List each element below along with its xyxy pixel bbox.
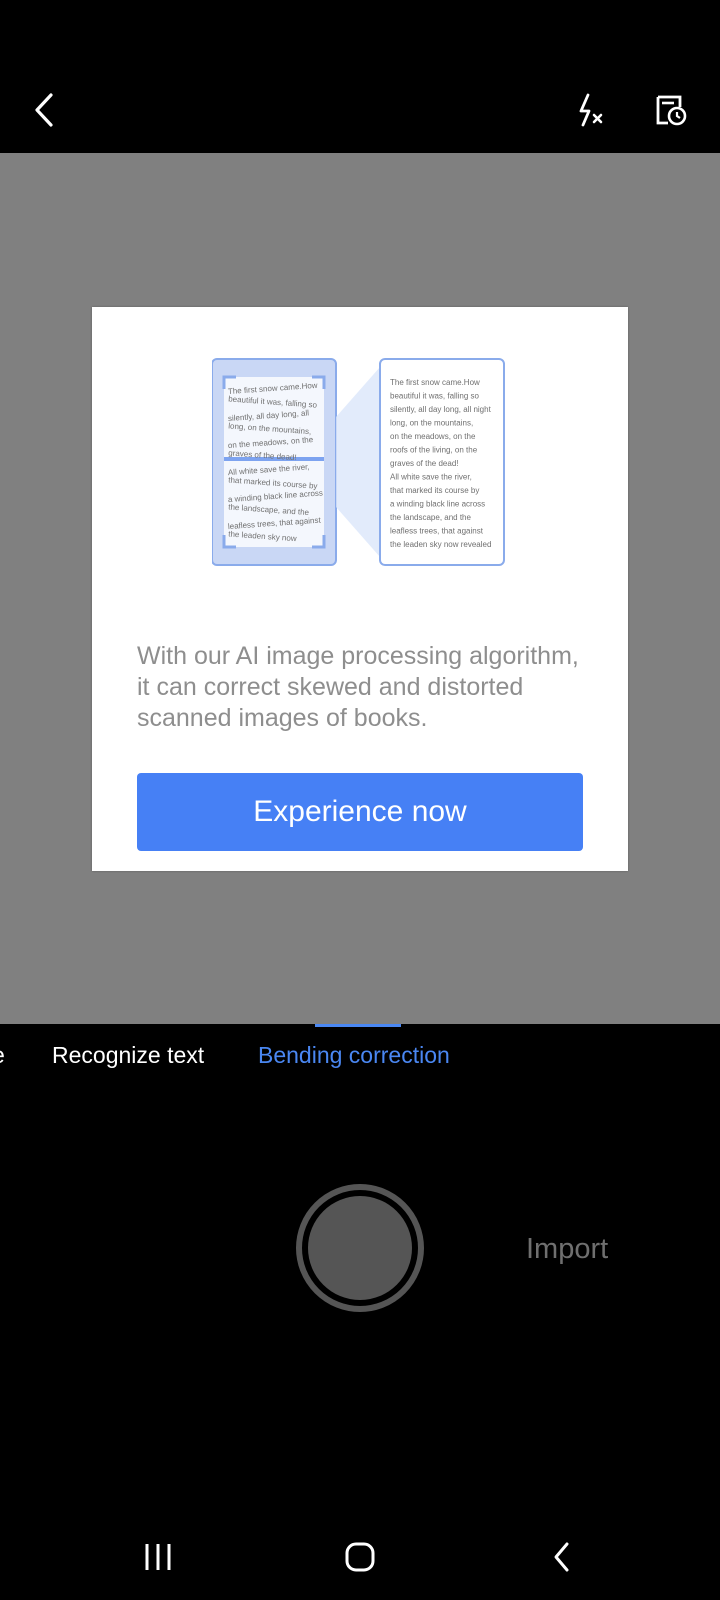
- sample-text-line-corrected: beautiful it was, falling so: [390, 392, 479, 401]
- bending-correction-illustration: The first snow came.How beautiful it was,…: [212, 358, 505, 566]
- recent-apps-button[interactable]: [128, 1535, 188, 1579]
- history-button[interactable]: [648, 88, 692, 132]
- home-icon: [345, 1542, 375, 1572]
- chevron-left-icon: [35, 93, 53, 127]
- sample-text-line-corrected: roofs of the living, on the: [390, 446, 478, 455]
- import-button[interactable]: Import: [526, 1233, 608, 1266]
- sample-text-line-corrected: The first snow came.How: [390, 378, 480, 387]
- sample-text-line-corrected: graves of the dead!: [390, 459, 459, 468]
- sample-text-line-corrected: the leaden sky now revealed: [390, 540, 491, 549]
- flash-toggle-button[interactable]: [570, 88, 614, 132]
- flash-off-icon: [579, 93, 603, 127]
- shutter-button-inner: [308, 1196, 412, 1300]
- recent-apps-icon: [145, 1544, 171, 1570]
- sample-text-line-corrected: on the meadows, on the: [390, 432, 476, 441]
- experience-now-button[interactable]: Experience now: [137, 773, 583, 851]
- sample-text-line-corrected: All white save the river,: [390, 473, 472, 482]
- sample-text-line-corrected: leafless trees, that against: [390, 527, 484, 536]
- back-button[interactable]: [22, 88, 66, 132]
- document-history-icon: [656, 95, 687, 126]
- home-button[interactable]: [330, 1535, 390, 1579]
- mode-tab-bending-correction[interactable]: Bending correction: [258, 1042, 450, 1069]
- mode-tab-recognize-text[interactable]: Recognize text: [52, 1042, 204, 1069]
- sample-text-line-corrected: a winding black line across: [390, 500, 485, 509]
- feature-description: With our AI image processing algorithm, …: [137, 642, 579, 732]
- sample-text-line-corrected: long, on the mountains,: [390, 419, 473, 428]
- back-icon: [554, 1542, 569, 1572]
- system-navigation-bar: [0, 1515, 720, 1600]
- sample-text-line-corrected: that marked its course by: [390, 486, 479, 495]
- active-mode-indicator: [315, 1024, 401, 1027]
- sample-text-line-corrected: the landscape, and the: [390, 513, 472, 522]
- top-bar: [0, 0, 720, 153]
- feature-intro-dialog: The first snow came.How beautiful it was,…: [92, 307, 628, 871]
- mode-tab-partial[interactable]: e: [0, 1042, 5, 1069]
- shutter-button[interactable]: [296, 1184, 424, 1312]
- mode-selector: e Recognize text Bending correction: [0, 1024, 720, 1084]
- system-back-button[interactable]: [532, 1535, 592, 1579]
- sample-text-line-corrected: silently, all day long, all night: [390, 405, 492, 414]
